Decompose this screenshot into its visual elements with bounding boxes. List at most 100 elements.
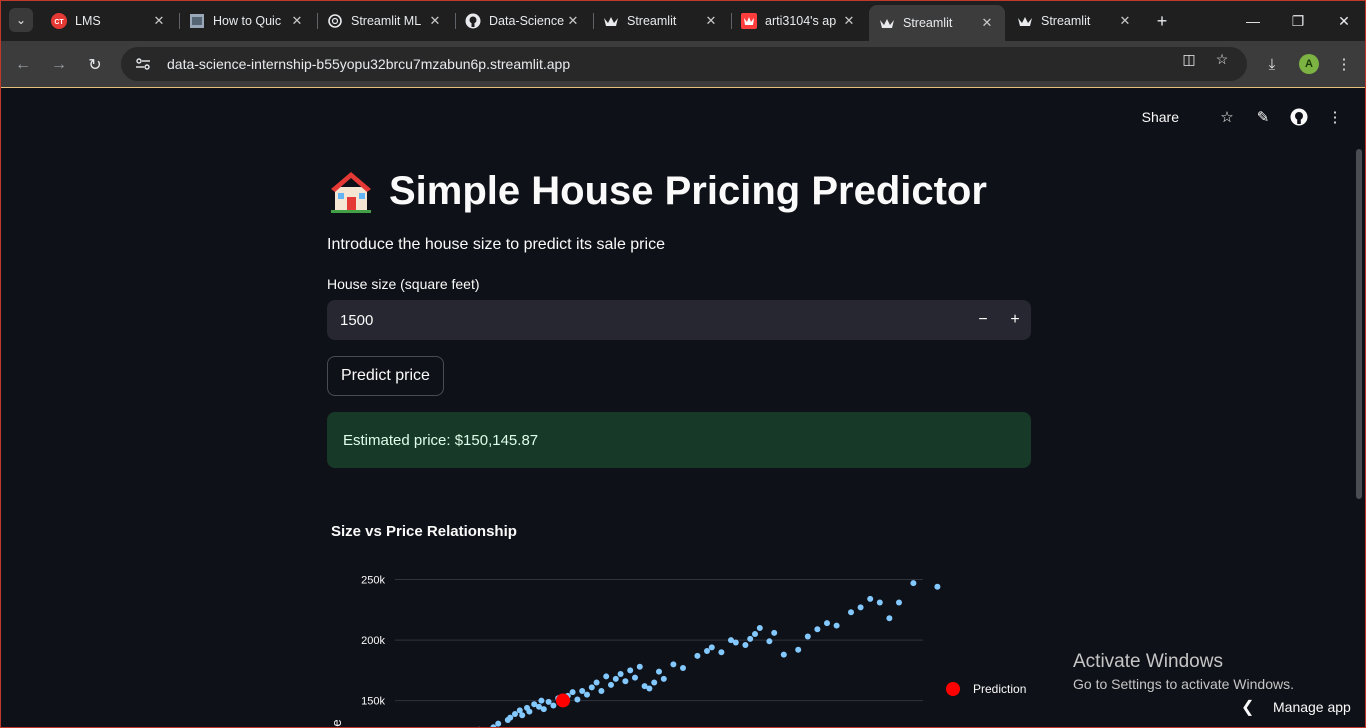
tab-streamlit-ml[interactable]: Streamlit ML ✕: [317, 5, 453, 37]
browser-window: ⌄ CT LMS ✕ How to Quic ✕ Streamlit ML ✕: [0, 0, 1366, 728]
data-point: [579, 687, 586, 694]
windows-activation-watermark: Activate Windows Go to Settings to activ…: [1073, 651, 1294, 692]
data-point: [752, 631, 758, 638]
download-icon[interactable]: ⤓: [1261, 53, 1283, 75]
close-icon[interactable]: ✕: [841, 13, 857, 29]
more-vertical-icon[interactable]: ⋮: [1333, 53, 1355, 75]
estimated-price-alert: Estimated price: $150,145.87: [327, 412, 1031, 468]
increment-button[interactable]: +: [999, 300, 1031, 340]
streamlit-crown-icon: [879, 15, 895, 31]
data-point: [680, 664, 686, 671]
avatar[interactable]: A: [1299, 54, 1319, 74]
data-point: [627, 667, 634, 674]
y-tick-label: 250k: [361, 575, 385, 587]
restore-icon: ❐: [1291, 12, 1305, 29]
close-icon: ✕: [1338, 12, 1350, 29]
data-point: [622, 678, 629, 685]
y-tick-label: 200k: [361, 635, 385, 647]
tab-search-button[interactable]: ⌄: [9, 8, 33, 32]
tab-strip: ⌄ CT LMS ✕ How to Quic ✕ Streamlit ML ✕: [1, 1, 1365, 41]
data-point: [896, 599, 902, 606]
data-point: [833, 622, 840, 629]
data-point: [867, 595, 874, 602]
data-point: [526, 708, 533, 715]
data-point: [656, 668, 662, 675]
house-size-input[interactable]: 1500 − +: [327, 300, 1031, 340]
data-point: [598, 687, 605, 694]
share-button[interactable]: Share: [1142, 109, 1179, 125]
data-point: [670, 661, 677, 668]
new-tab-button[interactable]: +: [1152, 11, 1172, 31]
chevron-down-icon: ⌄: [15, 13, 27, 27]
data-point: [632, 674, 638, 681]
data-point: [848, 609, 854, 616]
tab-streamlit-1[interactable]: Streamlit ✕: [593, 5, 729, 37]
svg-text:CT: CT: [54, 19, 64, 26]
close-window-button[interactable]: ✕: [1332, 9, 1356, 33]
size-price-chart[interactable]: Size vs Price Relationship 250k 200k 150k P…: [327, 517, 1031, 728]
data-point: [747, 635, 754, 642]
decrement-button[interactable]: −: [967, 300, 999, 340]
y-axis-label: Price: [329, 719, 344, 728]
data-point: [857, 604, 864, 611]
house-size-value[interactable]: 1500: [340, 312, 967, 329]
scrollbar[interactable]: [1356, 149, 1362, 499]
data-point: [540, 706, 547, 713]
install-app-icon[interactable]: ◫: [1179, 49, 1199, 69]
page-subtitle: Introduce the house size to predict its …: [327, 236, 665, 253]
data-point: [495, 720, 502, 727]
github-icon[interactable]: [1289, 107, 1309, 127]
data-point: [569, 689, 576, 696]
tab-streamlit-active[interactable]: Streamlit ✕: [869, 5, 1005, 41]
page-thumbnail-icon: [189, 13, 205, 29]
activate-windows-hint: Go to Settings to activate Windows.: [1073, 676, 1294, 692]
back-button[interactable]: ←: [11, 53, 35, 77]
data-point: [766, 638, 773, 645]
close-icon[interactable]: ✕: [703, 13, 719, 29]
close-icon[interactable]: ✕: [565, 13, 581, 29]
site-settings-icon[interactable]: [133, 54, 153, 74]
tab-lms[interactable]: CT LMS ✕: [41, 5, 177, 37]
house-size-label: House size (square feet): [327, 276, 480, 292]
data-point: [507, 714, 514, 721]
reload-button[interactable]: ↻: [83, 53, 107, 77]
data-point: [814, 626, 821, 633]
edit-pencil-icon[interactable]: ✎: [1253, 107, 1273, 127]
data-point: [550, 702, 557, 709]
tab-arti-app[interactable]: arti3104's ap ✕: [731, 5, 867, 37]
data-point: [771, 629, 778, 636]
browser-toolbar: ← → ↻ data-science-internship-b55yopu32b…: [1, 41, 1365, 88]
address-bar[interactable]: data-science-internship-b55yopu32brcu7mz…: [121, 47, 1247, 81]
close-icon[interactable]: ✕: [1117, 13, 1133, 29]
streamlit-red-icon: [741, 13, 757, 29]
tab-title: LMS: [75, 14, 101, 28]
url-text: data-science-internship-b55yopu32brcu7mz…: [167, 56, 571, 72]
close-icon[interactable]: ✕: [427, 13, 443, 29]
manage-app-button[interactable]: ❮ Manage app: [1241, 697, 1351, 717]
predict-price-button[interactable]: Predict price: [327, 356, 444, 396]
data-point: [804, 633, 811, 640]
close-icon[interactable]: ✕: [289, 13, 305, 29]
close-icon[interactable]: ✕: [979, 15, 995, 31]
chatgpt-icon: [327, 13, 343, 29]
tab-how-to[interactable]: How to Quic ✕: [179, 5, 315, 37]
scatter-plot[interactable]: 250k 200k 150k Price Prediction: [327, 517, 1031, 728]
more-vertical-icon[interactable]: ⋮: [1325, 107, 1345, 127]
forward-button[interactable]: →: [47, 53, 71, 77]
tab-title: Streamlit: [1041, 14, 1091, 28]
prediction-point: [556, 693, 570, 708]
tab-data-science[interactable]: Data-Science ✕: [455, 5, 591, 37]
star-icon[interactable]: ☆: [1217, 107, 1237, 127]
tab-title: Data-Science: [489, 14, 565, 28]
restore-button[interactable]: ❐: [1286, 9, 1310, 33]
data-point: [910, 580, 917, 587]
minimize-button[interactable]: —: [1241, 9, 1265, 33]
close-icon[interactable]: ✕: [151, 13, 167, 29]
plus-icon: +: [1156, 10, 1168, 31]
arrow-right-icon: →: [51, 56, 67, 73]
data-point: [646, 685, 653, 692]
bookmark-star-icon[interactable]: ☆: [1212, 49, 1232, 69]
tab-streamlit-3[interactable]: Streamlit ✕: [1007, 5, 1143, 37]
app-header-actions: Share ☆ ✎ ⋮: [1142, 107, 1345, 127]
tab-title: arti3104's ap: [765, 14, 837, 28]
